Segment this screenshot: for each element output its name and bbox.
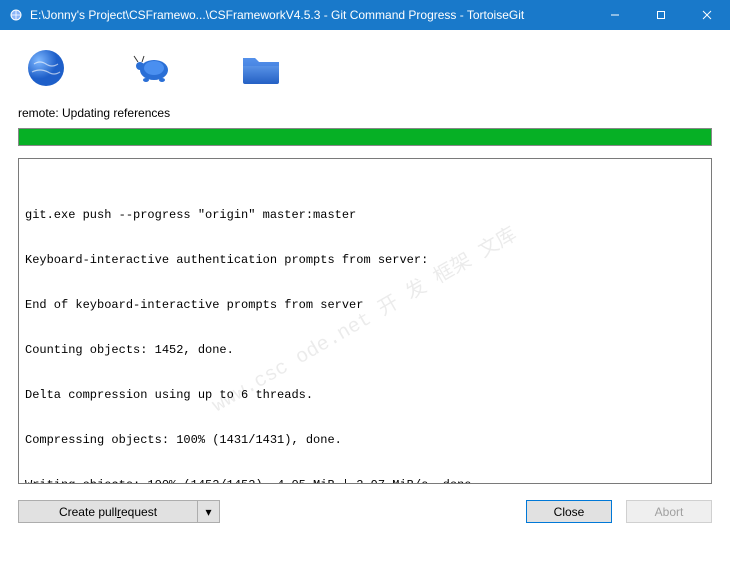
create-pull-request-split-button: Create pull request ▾ xyxy=(18,500,220,523)
create-pull-request-button[interactable]: Create pull request xyxy=(18,500,198,523)
chevron-down-icon: ▾ xyxy=(205,505,211,519)
create-pull-request-dropdown[interactable]: ▾ xyxy=(198,500,220,523)
close-window-button[interactable] xyxy=(684,0,730,30)
icon-row xyxy=(18,38,712,100)
close-button[interactable]: Close xyxy=(526,500,612,523)
status-label: remote: Updating references xyxy=(18,106,712,120)
log-output[interactable]: www.csc ode.net 开 发 框架 文库 git.exe push -… xyxy=(18,158,712,484)
log-line: Counting objects: 1452, done. xyxy=(25,343,705,358)
progress-bar xyxy=(18,128,712,146)
maximize-button[interactable] xyxy=(638,0,684,30)
window-title: E:\Jonny's Project\CSFramewo...\CSFramew… xyxy=(30,8,592,22)
globe-icon xyxy=(22,44,70,92)
dialog-content: remote: Updating references www.csc ode.… xyxy=(0,30,730,537)
log-line: Delta compression using up to 6 threads. xyxy=(25,388,705,403)
log-line: git.exe push --progress "origin" master:… xyxy=(25,208,705,223)
turtle-icon xyxy=(130,44,178,92)
log-line: Writing objects: 100% (1452/1452), 4.05 … xyxy=(25,478,705,484)
folder-icon xyxy=(238,44,286,92)
abort-button: Abort xyxy=(626,500,712,523)
log-line: Compressing objects: 100% (1431/1431), d… xyxy=(25,433,705,448)
window-controls xyxy=(592,0,730,30)
log-line: End of keyboard-interactive prompts from… xyxy=(25,298,705,313)
app-icon xyxy=(8,7,24,23)
titlebar: E:\Jonny's Project\CSFramewo...\CSFramew… xyxy=(0,0,730,30)
button-row: Create pull request ▾ Close Abort xyxy=(18,500,712,523)
log-line: Keyboard-interactive authentication prom… xyxy=(25,253,705,268)
minimize-button[interactable] xyxy=(592,0,638,30)
